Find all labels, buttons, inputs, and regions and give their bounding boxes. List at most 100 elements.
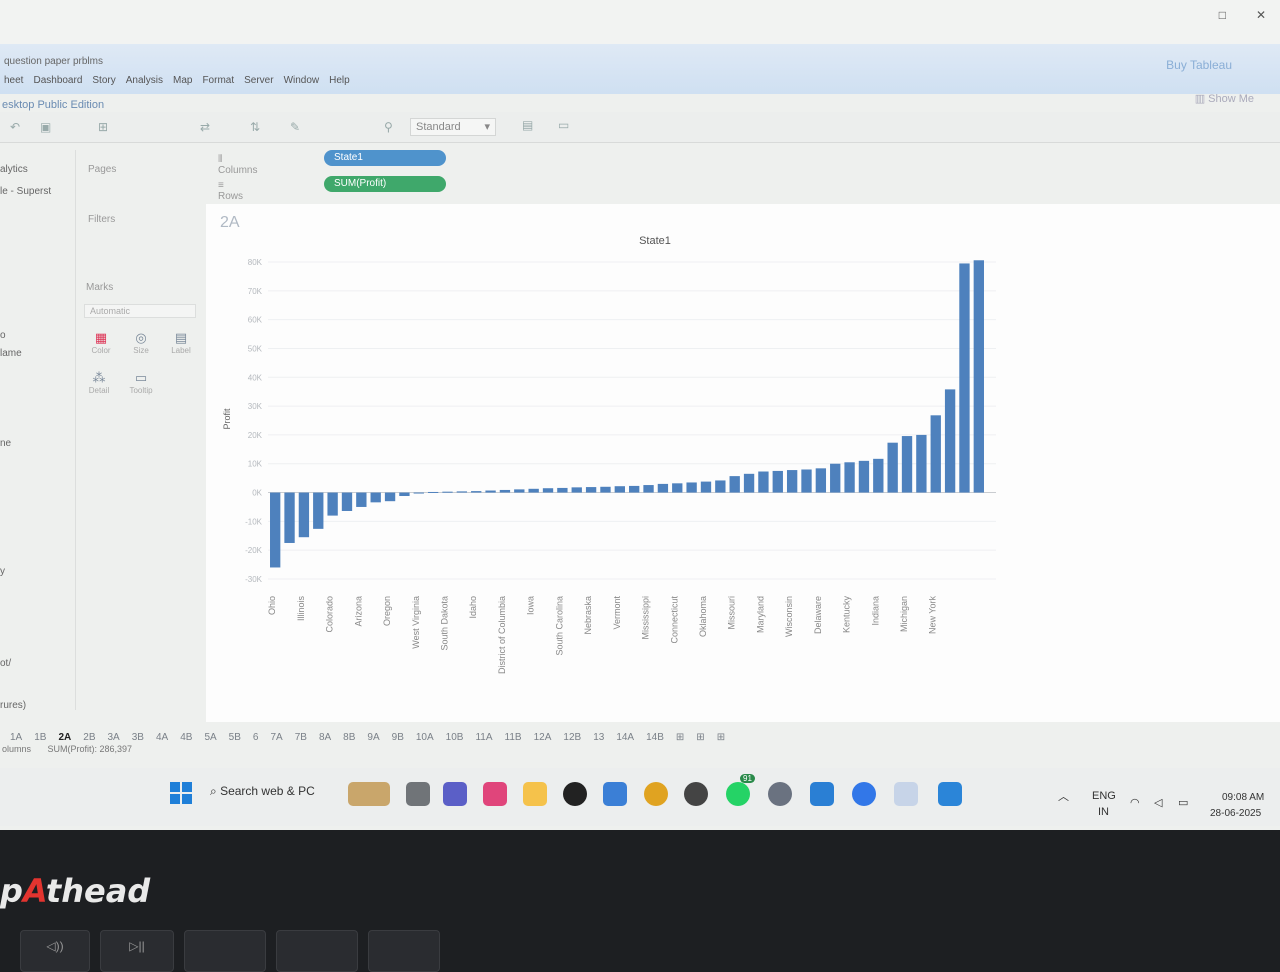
bar bbox=[600, 486, 611, 493]
x-tick-label: Mississippi bbox=[641, 596, 651, 640]
show-cards-icon[interactable]: ▤ bbox=[522, 118, 533, 132]
sheet-tab[interactable]: 10A bbox=[410, 732, 440, 743]
datasource-name[interactable]: le - Superst bbox=[0, 186, 51, 197]
swap-icon[interactable]: ⇄ bbox=[200, 120, 210, 134]
x-tick-label: Connecticut bbox=[669, 596, 679, 644]
sheet-tab[interactable]: 9A bbox=[361, 732, 385, 743]
chatgpt-icon[interactable] bbox=[684, 782, 708, 806]
pin-icon[interactable]: ⚲ bbox=[384, 120, 393, 134]
menu-item[interactable]: Window bbox=[284, 75, 320, 86]
menu-item[interactable]: Server bbox=[244, 75, 273, 86]
menu-item[interactable]: heet bbox=[4, 75, 23, 86]
field-item[interactable]: ot/ bbox=[0, 658, 11, 669]
sheet-tab[interactable]: 7B bbox=[289, 732, 313, 743]
sheet-tab[interactable]: 14B bbox=[640, 732, 670, 743]
dell-icon[interactable] bbox=[563, 782, 587, 806]
battery-icon[interactable]: ▭ bbox=[1178, 796, 1188, 809]
state1-pill[interactable]: State1 bbox=[324, 150, 446, 166]
sheet-tab[interactable]: 10B bbox=[440, 732, 470, 743]
show-me-button[interactable]: ▥ Show Me bbox=[1195, 92, 1254, 105]
task-view-icon[interactable] bbox=[406, 782, 430, 806]
worksheet-view: 2A 80K 70K 60K 50K 40K 30K 20K 10K 0K -10K -20K -30… bbox=[206, 204, 1280, 722]
tableau-icon[interactable] bbox=[894, 782, 918, 806]
size-button[interactable]: ◎ Size bbox=[126, 330, 156, 355]
sheet-tab[interactable]: 1A bbox=[4, 732, 28, 743]
menu-item[interactable]: Analysis bbox=[126, 75, 163, 86]
sheet-tab[interactable]: 2A bbox=[52, 732, 77, 743]
sum-profit-pill[interactable]: SUM(Profit) bbox=[324, 176, 446, 192]
sort-icon[interactable]: ⇅ bbox=[250, 120, 260, 134]
undo-icon[interactable]: ↶ bbox=[10, 120, 20, 134]
teams-icon[interactable] bbox=[443, 782, 467, 806]
menu-item[interactable]: Format bbox=[202, 75, 234, 86]
sheet-tab[interactable]: 6 bbox=[247, 732, 265, 743]
store-icon[interactable] bbox=[603, 782, 627, 806]
chrome-icon[interactable] bbox=[644, 782, 668, 806]
sheet-tab[interactable]: 9B bbox=[386, 732, 410, 743]
settings-gear-icon[interactable] bbox=[768, 782, 792, 806]
analytics-tab[interactable]: alytics bbox=[0, 164, 28, 175]
new-dashboard-icon[interactable]: ⊞ bbox=[690, 732, 710, 743]
label-icon: ▤ bbox=[174, 330, 188, 345]
label-button[interactable]: ▤ Label bbox=[166, 330, 196, 355]
bar bbox=[298, 492, 310, 538]
sheet-tab[interactable]: 8A bbox=[313, 732, 337, 743]
sheet-tab[interactable]: 5B bbox=[223, 732, 247, 743]
field-item[interactable]: ne bbox=[0, 438, 11, 449]
tooltip-button[interactable]: ▭ Tooltip bbox=[126, 370, 156, 395]
taskbar-search[interactable]: ⌕ Search web & PC bbox=[210, 784, 315, 799]
language-indicator[interactable]: ENG bbox=[1092, 790, 1116, 802]
sheet-tab[interactable]: 14A bbox=[610, 732, 640, 743]
clock-time[interactable]: 09:08 AM bbox=[1222, 792, 1264, 803]
highlight-icon[interactable]: ✎ bbox=[290, 120, 300, 134]
new-story-icon[interactable]: ⊞ bbox=[711, 732, 731, 743]
whatsapp-icon[interactable]: 91 bbox=[726, 774, 755, 806]
sheet-tab[interactable]: 3B bbox=[126, 732, 150, 743]
messenger-icon[interactable] bbox=[852, 782, 876, 806]
sheet-tab[interactable]: 2B bbox=[77, 732, 101, 743]
field-item[interactable]: rures) bbox=[0, 700, 26, 711]
sheet-tab[interactable]: 1B bbox=[28, 732, 52, 743]
menu-item[interactable]: Dashboard bbox=[33, 75, 82, 86]
vscode-icon[interactable] bbox=[810, 782, 834, 806]
maximize-button[interactable]: □ bbox=[1219, 8, 1226, 22]
sheet-tab[interactable]: 8B bbox=[337, 732, 361, 743]
save-icon[interactable]: ▣ bbox=[40, 120, 51, 134]
sheet-tab[interactable]: 4B bbox=[174, 732, 198, 743]
close-button[interactable]: ✕ bbox=[1256, 8, 1266, 22]
chevron-up-icon[interactable]: ︿ bbox=[1058, 788, 1069, 804]
detail-button[interactable]: ⁂ Detail bbox=[84, 370, 114, 395]
sheet-tab[interactable]: 7A bbox=[264, 732, 288, 743]
sheet-tab[interactable]: 13 bbox=[587, 732, 610, 743]
copilot-icon[interactable] bbox=[483, 782, 507, 806]
photos-icon[interactable] bbox=[938, 782, 962, 806]
menu-item[interactable]: Story bbox=[92, 75, 115, 86]
fit-mode-select[interactable]: Standard ▾ bbox=[410, 118, 496, 136]
field-item[interactable]: o bbox=[0, 330, 6, 341]
search-highlight-icon[interactable] bbox=[348, 782, 390, 806]
region-indicator[interactable]: IN bbox=[1098, 806, 1109, 818]
bar bbox=[471, 491, 482, 493]
wifi-icon[interactable]: ◠ bbox=[1130, 796, 1140, 809]
menu-item[interactable]: Map bbox=[173, 75, 192, 86]
sheet-tab[interactable]: 3A bbox=[102, 732, 126, 743]
sheet-tab[interactable]: 11B bbox=[499, 732, 528, 743]
clock-date[interactable]: 28-06-2025 bbox=[1210, 808, 1261, 819]
sheet-tab[interactable]: 5A bbox=[198, 732, 222, 743]
sheet-tab[interactable]: 4A bbox=[150, 732, 174, 743]
new-worksheet-icon[interactable]: ⊞ bbox=[670, 732, 690, 743]
x-tick-label: New York bbox=[928, 596, 938, 635]
sheet-tab[interactable]: 12B bbox=[557, 732, 587, 743]
sheet-tab[interactable]: 11A bbox=[469, 732, 498, 743]
windows-start-icon[interactable] bbox=[170, 782, 192, 804]
volume-icon[interactable]: ◁ bbox=[1154, 796, 1162, 809]
mark-type-select[interactable]: Automatic bbox=[84, 304, 196, 318]
menu-item[interactable]: Help bbox=[329, 75, 350, 86]
new-datasource-icon[interactable]: ⊞ bbox=[98, 120, 108, 134]
field-item[interactable]: y bbox=[0, 566, 5, 577]
color-button[interactable]: ▦ Color bbox=[86, 330, 116, 355]
presentation-icon[interactable]: ▭ bbox=[558, 118, 569, 132]
file-explorer-icon[interactable] bbox=[523, 782, 547, 806]
sheet-tab[interactable]: 12A bbox=[528, 732, 558, 743]
field-item[interactable]: lame bbox=[0, 348, 22, 359]
